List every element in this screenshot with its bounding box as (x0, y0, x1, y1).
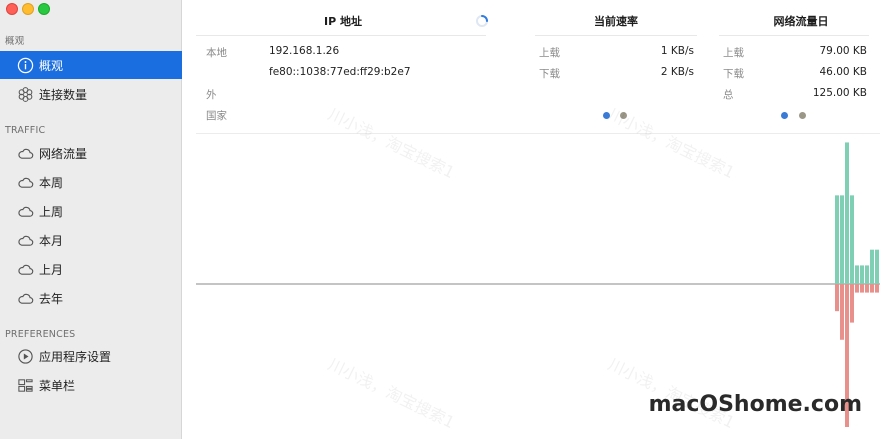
upload-bar (835, 195, 839, 284)
flower-icon (16, 85, 34, 103)
local-label: 本地 (206, 47, 227, 59)
play-circle-icon (16, 347, 34, 365)
sidebar-item-connections[interactable]: 连接数量 (0, 80, 182, 108)
sidebar-item-label: 上周 (39, 204, 64, 219)
upload-legend-dot (781, 112, 788, 119)
sidebar-item-last-month[interactable]: 上月 (0, 255, 182, 283)
download-bar (870, 284, 874, 293)
sidebar-item-label: 本周 (39, 175, 64, 190)
loading-spinner-icon (476, 15, 488, 27)
brand-watermark: macOShome.com (648, 392, 862, 417)
sidebar-item-label: 本月 (39, 233, 64, 248)
upload-legend-dot (603, 112, 610, 119)
external-label: 外 (206, 89, 217, 101)
sidebar-item-label: 网络流量 (39, 146, 88, 161)
section-header-preferences: PREFERENCES (5, 329, 76, 340)
cloud-icon (16, 231, 34, 249)
download-bar (835, 284, 839, 312)
window-minimize-button[interactable] (22, 3, 34, 15)
sidebar-item-label: 概观 (39, 58, 64, 73)
ip-panel-title: IP 地址 (324, 15, 362, 28)
upload-bar (875, 249, 879, 284)
upload-bar (865, 265, 869, 284)
download-bar (875, 284, 879, 293)
download-speed-label: 下载 (539, 68, 560, 80)
main-panel: IP 地址 本地 192.168.1.26 fe80::1038:77ed:ff… (183, 0, 880, 439)
upload-bar (870, 249, 874, 284)
sidebar-item-last-week[interactable]: 上周 (0, 197, 182, 225)
sidebar-item-this-month[interactable]: 本月 (0, 226, 182, 254)
speed-panel-title: 当前速率 (594, 15, 638, 28)
country-label: 国家 (206, 110, 227, 122)
divider (535, 35, 697, 36)
info-icon (16, 56, 34, 74)
upload-bar (850, 195, 854, 284)
daily-download-label: 下载 (723, 68, 744, 80)
daily-upload-label: 上载 (723, 47, 744, 59)
window-zoom-button[interactable] (38, 3, 50, 15)
download-bar (860, 284, 864, 293)
window-close-button[interactable] (6, 3, 18, 15)
download-legend-dot (799, 112, 806, 119)
sidebar-item-network-traffic[interactable]: 网络流量 (0, 139, 182, 167)
sidebar-item-last-year[interactable]: 去年 (0, 284, 182, 312)
cloud-icon (16, 289, 34, 307)
sidebar-item-label: 连接数量 (39, 87, 88, 102)
cloud-icon (16, 260, 34, 278)
upload-bar (840, 195, 844, 284)
sidebar-item-label: 去年 (39, 291, 64, 306)
download-bar (865, 284, 869, 293)
daily-total-value: 125.00 KB (812, 87, 867, 99)
ipv4-address: 192.168.1.26 (269, 45, 340, 57)
daily-download-value: 46.00 KB (819, 66, 868, 78)
upload-bar (855, 265, 859, 284)
download-legend-dot (620, 112, 627, 119)
upload-bar (845, 142, 849, 284)
menubar-icon (16, 376, 34, 394)
sidebar-item-label: 上月 (39, 262, 64, 277)
download-speed-value: 2 KB/s (660, 66, 694, 78)
sidebar: 概观 概观 连接数量 TRAFFIC 网络流量 本周 上周 本月 上月 去年 P… (0, 0, 182, 439)
section-header-overview: 概观 (5, 36, 25, 47)
download-bar (850, 284, 854, 323)
download-bar (855, 284, 859, 293)
divider (196, 35, 486, 36)
daily-panel-title: 网络流量日 (773, 15, 829, 28)
sidebar-item-overview[interactable]: 概观 (0, 51, 182, 79)
upload-speed-label: 上载 (539, 47, 560, 59)
daily-upload-value: 79.00 KB (819, 45, 868, 57)
ipv6-address: fe80::1038:77ed:ff29:b2e7 (269, 66, 411, 78)
upload-bar (860, 265, 864, 284)
download-bar (840, 284, 844, 340)
sidebar-item-this-week[interactable]: 本周 (0, 168, 182, 196)
upload-speed-value: 1 KB/s (660, 45, 694, 57)
cloud-icon (16, 144, 34, 162)
sidebar-item-label: 应用程序设置 (39, 349, 112, 364)
sidebar-item-label: 菜单栏 (39, 378, 76, 393)
chart-bars (835, 142, 879, 427)
sidebar-item-menubar[interactable]: 菜单栏 (0, 371, 182, 399)
section-header-traffic: TRAFFIC (5, 125, 46, 136)
cloud-icon (16, 202, 34, 220)
cloud-icon (16, 173, 34, 191)
divider (719, 35, 869, 36)
sidebar-item-app-settings[interactable]: 应用程序设置 (0, 342, 182, 370)
daily-total-label: 总 (723, 89, 734, 101)
